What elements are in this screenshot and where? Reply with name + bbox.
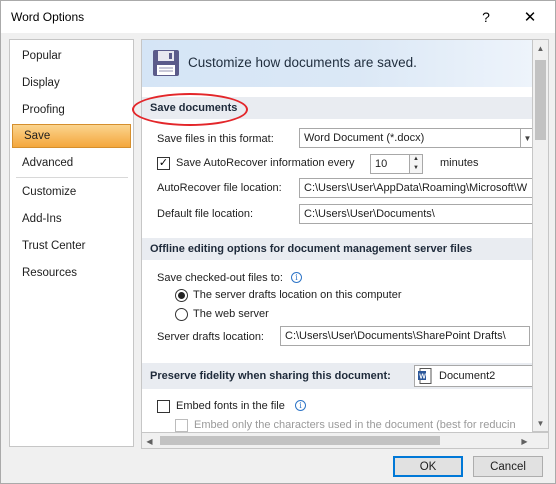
close-button[interactable]: ✕: [507, 1, 553, 32]
default-location-input[interactable]: C:\Users\User\Documents\: [299, 204, 532, 224]
nav-item-customize[interactable]: Customize: [11, 180, 132, 205]
window-title: Word Options: [11, 10, 85, 24]
highlight-ellipse: [132, 93, 248, 126]
banner-title: Customize how documents are saved.: [188, 55, 417, 70]
fidelity-document-value: Document2: [439, 370, 496, 382]
default-location-value: C:\Users\User\Documents\: [304, 208, 435, 220]
nav-item-resources[interactable]: Resources: [11, 261, 132, 286]
default-location-label: Default file location:: [157, 208, 253, 220]
autorecover-location-input[interactable]: C:\Users\User\AppData\Roaming\Microsoft\…: [299, 178, 532, 198]
word-options-dialog: Word Options ? ✕ Popular Display Proofin…: [0, 0, 556, 484]
web-server-radio-label: The web server: [193, 308, 269, 320]
horizontal-scroll-thumb[interactable]: [160, 436, 440, 445]
nav-separator: [16, 177, 128, 178]
vertical-scrollbar[interactable]: ▲ ▼: [532, 39, 549, 432]
autorecover-minutes-input[interactable]: 10: [370, 154, 410, 174]
nav-item-add-ins[interactable]: Add-Ins: [11, 207, 132, 232]
server-drafts-radio-label: The server drafts location on this compu…: [193, 289, 402, 301]
autorecover-label: Save AutoRecover information every: [176, 157, 355, 169]
autorecover-checkbox[interactable]: ✓: [157, 157, 170, 170]
minutes-spinner[interactable]: ▲ ▼: [409, 154, 423, 174]
server-drafts-location-value: C:\Users\User\Documents\SharePoint Draft…: [285, 330, 506, 342]
ok-button[interactable]: OK: [393, 456, 463, 477]
info-icon: i: [295, 400, 306, 411]
server-drafts-location-input[interactable]: C:\Users\User\Documents\SharePoint Draft…: [280, 326, 530, 346]
checked-out-label: Save checked-out files to:: [157, 272, 283, 284]
info-icon: i: [291, 272, 302, 283]
cancel-button[interactable]: Cancel: [473, 456, 543, 477]
scroll-up-icon[interactable]: ▲: [533, 40, 548, 56]
scroll-left-icon[interactable]: ◀: [142, 433, 157, 449]
banner: Customize how documents are saved.: [142, 40, 532, 87]
horizontal-scrollbar[interactable]: ◀ ▶: [141, 432, 549, 449]
embed-fonts-checkbox[interactable]: [157, 400, 170, 413]
nav-item-popular[interactable]: Popular: [11, 44, 132, 69]
options-nav: Popular Display Proofing Save Advanced C…: [9, 39, 134, 447]
minutes-label: minutes: [440, 157, 479, 169]
server-drafts-location-label: Server drafts location:: [157, 331, 264, 343]
nav-item-save[interactable]: Save: [12, 124, 131, 148]
spin-down-icon[interactable]: ▼: [410, 164, 422, 173]
format-label: Save files in this format:: [157, 133, 274, 145]
help-button[interactable]: ?: [463, 1, 509, 32]
nav-item-advanced[interactable]: Advanced: [11, 151, 132, 176]
nav-item-display[interactable]: Display: [11, 71, 132, 96]
title-bar: Word Options ? ✕: [1, 1, 555, 33]
embed-only-label: Embed only the characters used in the do…: [194, 419, 516, 431]
vertical-scroll-thumb[interactable]: [535, 60, 546, 140]
autorecover-location-value: C:\Users\User\AppData\Roaming\Microsoft\…: [304, 182, 528, 194]
embed-fonts-label: Embed fonts in the file: [176, 400, 285, 412]
section-header-offline-editing: Offline editing options for document man…: [142, 238, 532, 260]
scroll-right-icon[interactable]: ▶: [517, 433, 532, 449]
word-document-icon: W: [418, 368, 432, 384]
svg-text:W: W: [419, 374, 426, 381]
embed-only-checkbox[interactable]: [175, 419, 188, 432]
format-value: Word Document (*.docx): [304, 132, 425, 144]
format-dropdown[interactable]: Word Document (*.docx): [299, 128, 532, 148]
autorecover-location-label: AutoRecover file location:: [157, 182, 282, 194]
server-drafts-radio[interactable]: [175, 289, 188, 302]
autorecover-minutes-value: 10: [375, 158, 388, 170]
web-server-radio[interactable]: [175, 308, 188, 321]
nav-item-trust-center[interactable]: Trust Center: [11, 234, 132, 259]
scroll-down-icon[interactable]: ▼: [533, 415, 548, 431]
floppy-disk-icon: [153, 50, 179, 76]
nav-item-proofing[interactable]: Proofing: [11, 98, 132, 123]
spin-up-icon[interactable]: ▲: [410, 155, 422, 164]
